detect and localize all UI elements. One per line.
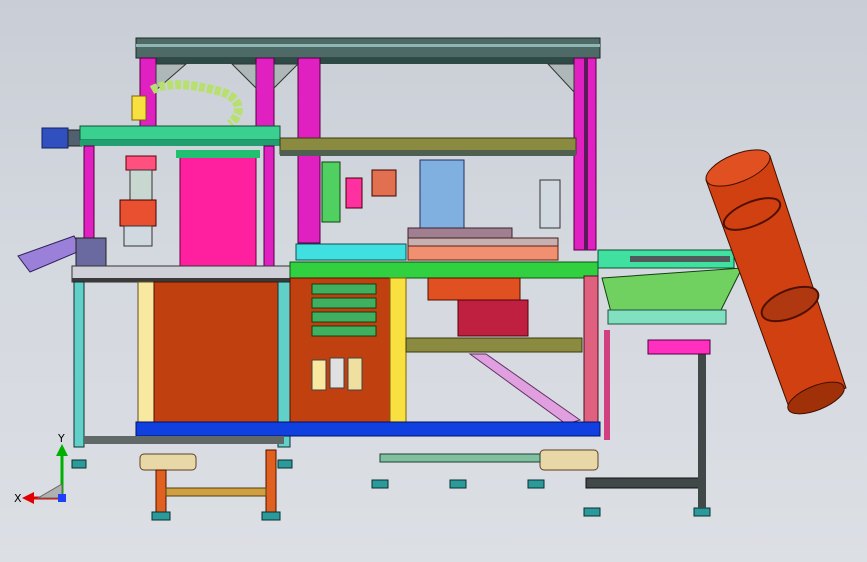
red-head — [125, 155, 157, 171]
magenta-housing — [457, 299, 529, 337]
upper-left-post-b — [263, 145, 275, 267]
top-beam — [135, 37, 601, 59]
bracket-3 — [273, 63, 300, 90]
top-beam-lower — [150, 58, 596, 64]
table-top-left-stripe — [72, 278, 290, 282]
mid-green-block — [321, 161, 341, 223]
cyan-block — [295, 243, 407, 261]
vertical-slider — [129, 169, 153, 201]
post-right-stripe — [584, 58, 588, 250]
mid-orange-block — [371, 169, 397, 197]
lower-right-leg — [698, 340, 706, 508]
upper-left-rail — [79, 125, 281, 141]
right-magenta-leg — [583, 275, 599, 427]
vibratory-bowl — [601, 267, 743, 317]
electrical-panel-orange — [153, 281, 287, 423]
lower-right-frame — [585, 477, 703, 489]
feeder-cable — [604, 330, 610, 440]
yellow-sensor — [131, 95, 147, 121]
stand-orange-left — [155, 469, 167, 513]
magenta-cover-panel — [179, 154, 257, 268]
triad-x-label: X — [14, 492, 22, 505]
gripper-assembly — [119, 199, 157, 227]
table-top-salmon — [407, 245, 559, 261]
table-top-green — [289, 261, 599, 279]
base-disk-right — [539, 449, 599, 471]
feeder-track-dark — [630, 256, 730, 262]
feeder-plate — [607, 309, 727, 325]
stand-cross — [165, 487, 267, 497]
machine-assembly-model[interactable]: Y X — [0, 0, 867, 562]
base-blue-rail — [135, 421, 601, 437]
magenta-cover-top — [176, 150, 260, 158]
top-beam-stripe — [136, 44, 600, 47]
triad-y-label: Y — [57, 432, 65, 445]
yellow-column — [389, 277, 407, 425]
olive-cross-bar — [405, 337, 583, 353]
mid-cross-beam-shade — [280, 150, 576, 156]
cabinet-left-leg — [73, 281, 85, 448]
lower-mid-frame — [379, 453, 541, 463]
base-disk-left — [139, 453, 197, 471]
rotary-disk — [407, 237, 559, 247]
bracket-4 — [546, 63, 575, 94]
diagonal-brace — [468, 353, 582, 425]
feeder-magenta-base — [647, 339, 711, 355]
blue-press-unit — [419, 159, 465, 229]
base-dark-rail — [84, 436, 284, 444]
gearbox-orange — [427, 277, 521, 301]
post-left-2 — [255, 57, 275, 129]
air-filter-regulators — [311, 357, 363, 391]
stand-orange-right — [265, 449, 277, 513]
coordinate-triad: Y X — [14, 432, 68, 505]
motor-block — [41, 127, 69, 149]
bracket-2 — [230, 63, 257, 90]
cad-viewport[interactable]: Y X — [0, 0, 867, 562]
mid-magenta-block — [345, 177, 363, 209]
spring-column — [539, 179, 561, 229]
upper-left-rail-2 — [80, 140, 280, 146]
gripper-body — [123, 225, 153, 247]
cable-drag-chain — [149, 80, 243, 128]
cabinet-yellow-post — [137, 281, 155, 423]
ramp-support — [75, 237, 107, 269]
